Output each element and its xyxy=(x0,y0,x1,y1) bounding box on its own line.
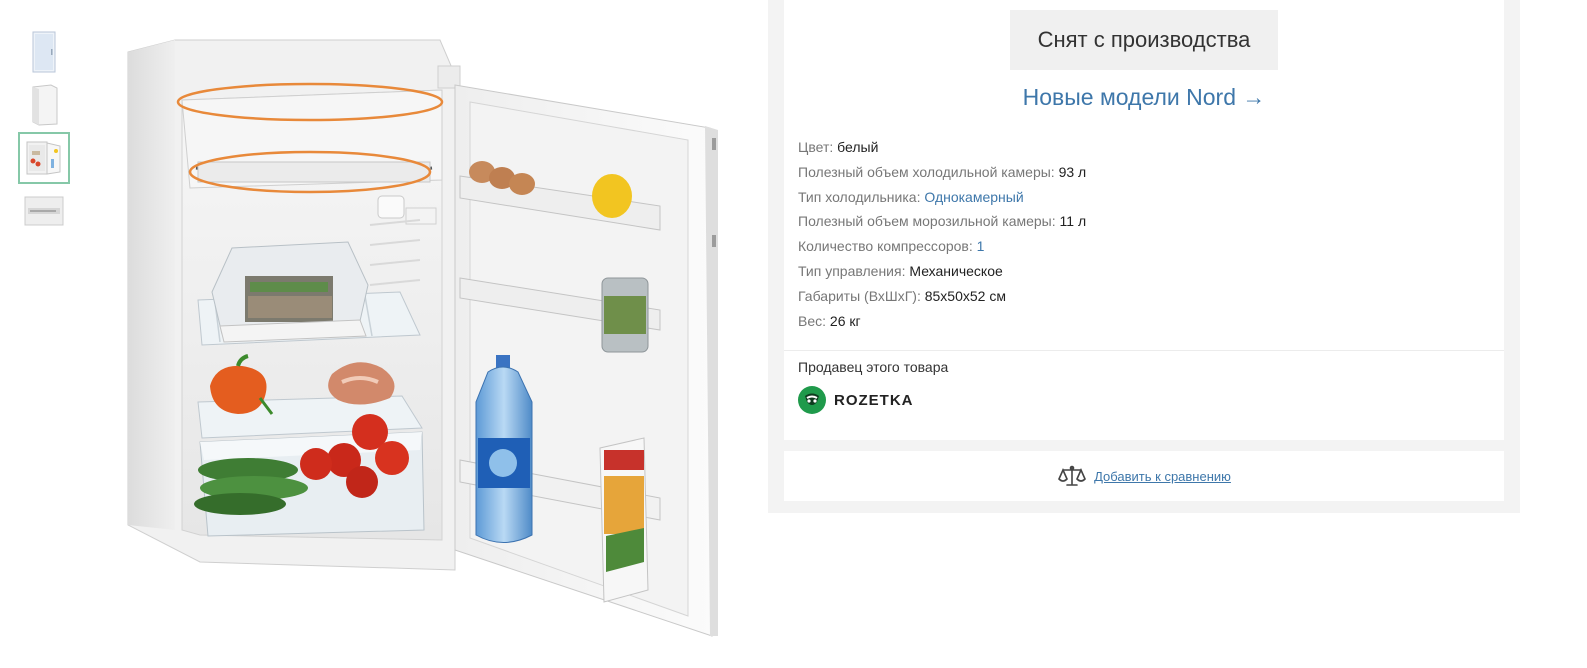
seller-logo[interactable]: ROZETKA xyxy=(798,386,914,414)
spec-value-link[interactable]: 1 xyxy=(977,238,985,254)
spec-label: Количество компрессоров: xyxy=(798,238,973,255)
spec-value: Механическое xyxy=(909,262,1003,279)
add-to-compare-link[interactable]: Добавить к сравнению xyxy=(1057,464,1231,488)
spec-row-compressors: Количество компрессоров: 1 xyxy=(798,234,1086,259)
spec-value: 26 кг xyxy=(829,312,861,329)
spec-label: Полезный объем морозильной камеры: xyxy=(798,213,1056,230)
thumbnail-3-selected[interactable] xyxy=(18,132,70,184)
main-product-image[interactable] xyxy=(120,30,730,650)
spec-label: Тип управления: xyxy=(798,262,906,279)
status-badge: Снят с производства xyxy=(1010,10,1278,70)
spec-row-dimensions: Габариты (ВхШхГ): 85x50x52 см xyxy=(798,284,1086,309)
spec-label: Цвет: xyxy=(798,139,834,155)
spec-value: белый xyxy=(837,139,879,155)
thumbnail-4[interactable] xyxy=(18,185,70,237)
thumbnail-1[interactable] xyxy=(18,26,70,78)
scales-icon xyxy=(1058,465,1087,486)
rozetka-logo-icon xyxy=(798,386,826,414)
product-info-card: Снят с производства Новые модели Nord → … xyxy=(784,0,1504,440)
spec-list: Цвет: белый Полезный объем холодильной к… xyxy=(798,135,1086,333)
spec-row-fridge-type: Тип холодильника: Однокамерный xyxy=(798,185,1086,210)
spec-row-freezer-volume: Полезный объем морозильной камеры: 11 л xyxy=(798,209,1086,234)
thumbnail-fridge-closed-front xyxy=(32,31,56,73)
thumbnail-list xyxy=(18,26,72,238)
spec-value: 11 л xyxy=(1059,213,1087,230)
spec-row-fridge-volume: Полезный объем холодильной камеры: 93 л xyxy=(798,160,1086,185)
thumbnail-fridge-open xyxy=(26,141,61,175)
spec-label: Габариты (ВхШхГ): xyxy=(798,287,921,304)
section-divider xyxy=(784,350,1504,351)
new-models-link[interactable]: Новые модели Nord → xyxy=(784,84,1504,111)
spec-row-color: Цвет: белый xyxy=(798,135,1086,160)
seller-name: ROZETKA xyxy=(834,391,914,409)
spec-row-weight: Вес: 26 кг xyxy=(798,309,1086,334)
seller-title: Продавец этого товара xyxy=(798,359,949,375)
spec-label: Вес: xyxy=(798,312,827,329)
fridge-open-illustration xyxy=(127,39,718,637)
spec-label: Тип холодильника: xyxy=(798,188,921,205)
compare-card: Добавить к сравнению xyxy=(784,451,1504,501)
spec-value-link[interactable]: Однокамерный xyxy=(924,189,1023,205)
thumbnail-fridge-detail xyxy=(24,196,64,226)
product-info-panel: Снят с производства Новые модели Nord → … xyxy=(768,0,1520,513)
spec-value: 93 л xyxy=(1058,163,1087,180)
compare-label: Добавить к сравнению xyxy=(1094,468,1231,484)
spec-row-control-type: Тип управления: Механическое xyxy=(798,259,1086,284)
spec-label: Полезный объем холодильной камеры: xyxy=(798,163,1055,180)
thumbnail-fridge-closed-angle xyxy=(32,84,58,126)
spec-value: 85x50x52 см xyxy=(924,287,1006,304)
thumbnail-2[interactable] xyxy=(18,79,70,131)
